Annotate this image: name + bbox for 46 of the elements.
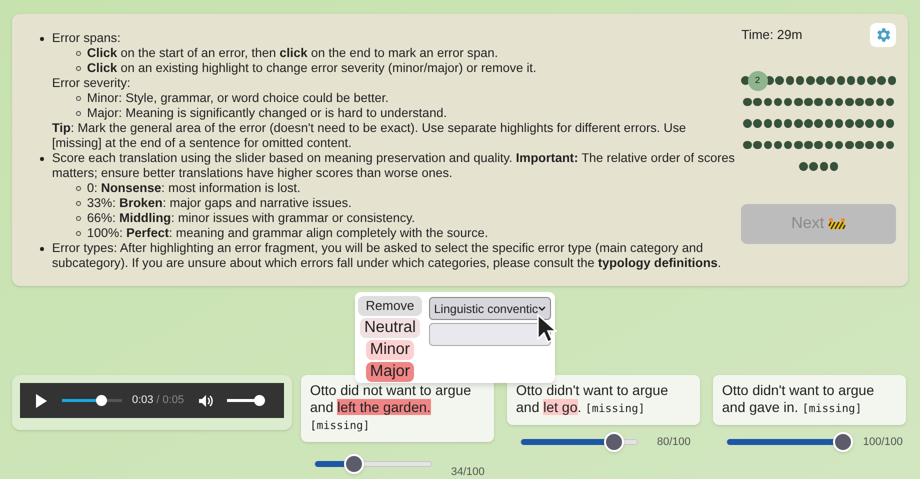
instruction-text: Click on the start of an error, then click on the end to mark an error span. [87,46,498,61]
translation-text[interactable]: Otto did not want to argue and left the garden. [missing] [310,382,485,434]
settings-button[interactable] [870,23,896,47]
instruction-text: Score each translation using the slider based on meaning preservation and quality. Important: The relative order of scores matters; ensure better translations have higher scores than worse ones. [52,151,736,181]
severity-button[interactable]: Remove [358,296,422,316]
barrier-icon [828,217,846,231]
score-text: 100/100 [863,434,903,450]
current-time: 0:03 [132,393,154,408]
instruction-text: 33%: Broken: major gaps and narrative issues. [87,196,352,211]
bullet-icon [76,186,81,191]
bullet-icon [76,96,81,101]
bullet-icon [76,51,81,56]
severity-button[interactable]: Minor [366,340,414,360]
translation-text[interactable]: Otto didn't want to argue and let go. [missing] [516,382,691,417]
bullet-icon [76,216,81,221]
bullet-icon [40,247,44,251]
instruction-text: Minor: Style, grammar, or word choice could be better. [87,91,389,106]
chevron-down-icon [538,306,546,312]
instruction-text: 66%: Middling: minor issues with grammar or consistency. [87,211,416,226]
severity-button[interactable]: Major [366,362,414,382]
bullet-icon [76,111,81,116]
timer-text: Time: 29m [741,26,802,44]
bullet-icon [40,37,44,41]
category-select[interactable]: Linguistic conventic [429,297,551,320]
instruction-text: Tip: Mark the general area of the error (doesn't need to be exact). Use separate highlights for different errors. Use [missing] at the end of a sentence for omitted content. [52,121,688,151]
bullet-icon [40,157,44,161]
instruction-text: Error severity: [52,76,132,91]
instruction-text: Error spans: [52,31,122,46]
instruction-text: Click on an existing highlight to change error severity (minor/major) or remove it. [87,61,536,76]
instruction-text: Error types: After highlighting an error fragment, you will be asked to select the specific error type (main category and subcategory). If you are unsure about which errors fall under which categories, please consult the typology definitions. [52,241,722,271]
duration-time: / 0:05 [156,393,184,408]
current-item-marker[interactable]: 2 [748,70,768,90]
instruction-text: 0: Nonsense: most information is lost. [87,181,300,196]
score-text: 80/100 [657,434,691,450]
subcategory-field[interactable] [429,323,551,346]
volume-icon[interactable] [198,394,213,408]
instruction-text: Major: Meaning is significantly changed or is hard to understand. [87,106,447,121]
seek-slider[interactable] [62,394,122,406]
translation-text[interactable]: Otto didn't want to argue and gave in. [missing] [722,382,897,417]
severity-button[interactable]: Neutral [360,318,420,338]
play-icon[interactable] [34,392,48,408]
score-text: 34/100 [451,465,485,479]
bullet-icon [76,201,81,206]
bullet-icon [76,66,81,71]
bullet-icon [76,231,81,236]
instruction-text: 100%: Perfect: meaning and grammar align completely with the source. [87,226,488,241]
